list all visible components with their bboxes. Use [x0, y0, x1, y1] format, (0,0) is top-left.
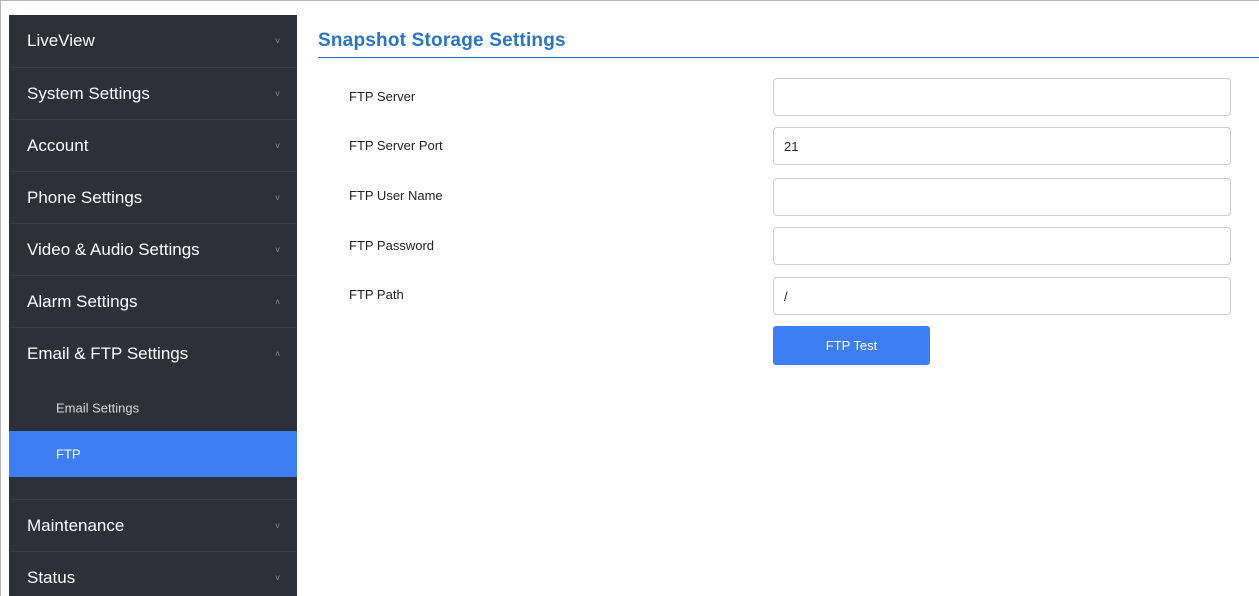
ftp-server-port-label: FTP Server Port: [349, 138, 443, 153]
ftp-path-label: FTP Path: [349, 287, 404, 302]
sidebar-item-system-settings[interactable]: System Settings ˅: [9, 67, 297, 119]
ftp-server-input[interactable]: [773, 78, 1231, 116]
sidebar-item-label: Alarm Settings: [27, 291, 138, 311]
chevron-down-icon: ˅: [275, 88, 281, 99]
chevron-down-icon: ˅: [275, 572, 281, 583]
ftp-user-name-label: FTP User Name: [349, 188, 443, 203]
chevron-down-icon: ˅: [275, 244, 281, 255]
sidebar-subitem-label: Email Settings: [56, 400, 140, 416]
sidebar-item-liveview[interactable]: LiveView ˅: [9, 15, 297, 67]
sidebar-item-maintenance[interactable]: Maintenance ˅: [9, 499, 297, 551]
sidebar-item-label: Phone Settings: [27, 187, 143, 207]
sidebar-item-label: Email & FTP Settings: [27, 343, 189, 363]
sidebar-subitem-ftp[interactable]: FTP: [9, 431, 297, 477]
sidebar-item-phone-settings[interactable]: Phone Settings ˅: [9, 171, 297, 223]
sidebar-item-alarm-settings[interactable]: Alarm Settings ˄: [9, 275, 297, 327]
sidebar: LiveView ˅ System Settings ˅ Account ˅ P…: [9, 15, 297, 596]
ftp-user-name-input[interactable]: [773, 178, 1231, 216]
chevron-down-icon: ˅: [275, 140, 281, 151]
ftp-path-input[interactable]: [773, 277, 1231, 315]
chevron-down-icon: ˅: [275, 520, 281, 531]
chevron-down-icon: ˅: [275, 36, 281, 46]
chevron-up-icon: ˄: [275, 348, 281, 359]
sidebar-subitem-label: FTP: [56, 446, 81, 462]
ftp-password-input[interactable]: [773, 227, 1231, 265]
sidebar-item-label: Status: [27, 567, 76, 587]
sidebar-subitem-email-settings[interactable]: Email Settings: [9, 385, 297, 431]
sidebar-item-label: Maintenance: [27, 515, 125, 535]
chevron-down-icon: ˅: [275, 192, 281, 203]
sidebar-item-status[interactable]: Status ˅: [9, 551, 297, 596]
ftp-password-label: FTP Password: [349, 238, 435, 253]
sidebar-item-label: Video & Audio Settings: [27, 239, 200, 259]
sidebar-item-label: LiveView: [27, 31, 95, 50]
ftp-server-label: FTP Server: [349, 89, 416, 104]
sidebar-item-label: System Settings: [27, 83, 150, 103]
sidebar-item-account[interactable]: Account ˅: [9, 119, 297, 171]
sidebar-item-email-ftp-settings[interactable]: Email & FTP Settings ˄: [9, 327, 297, 379]
title-divider: [318, 57, 1259, 58]
sidebar-item-video-audio-settings[interactable]: Video & Audio Settings ˅: [9, 223, 297, 275]
ftp-test-button[interactable]: FTP Test: [773, 326, 930, 365]
chevron-up-icon: ˄: [275, 296, 281, 307]
page-title: Snapshot Storage Settings: [318, 30, 566, 51]
ftp-server-port-input[interactable]: [773, 127, 1231, 165]
sidebar-item-label: Account: [27, 135, 89, 155]
